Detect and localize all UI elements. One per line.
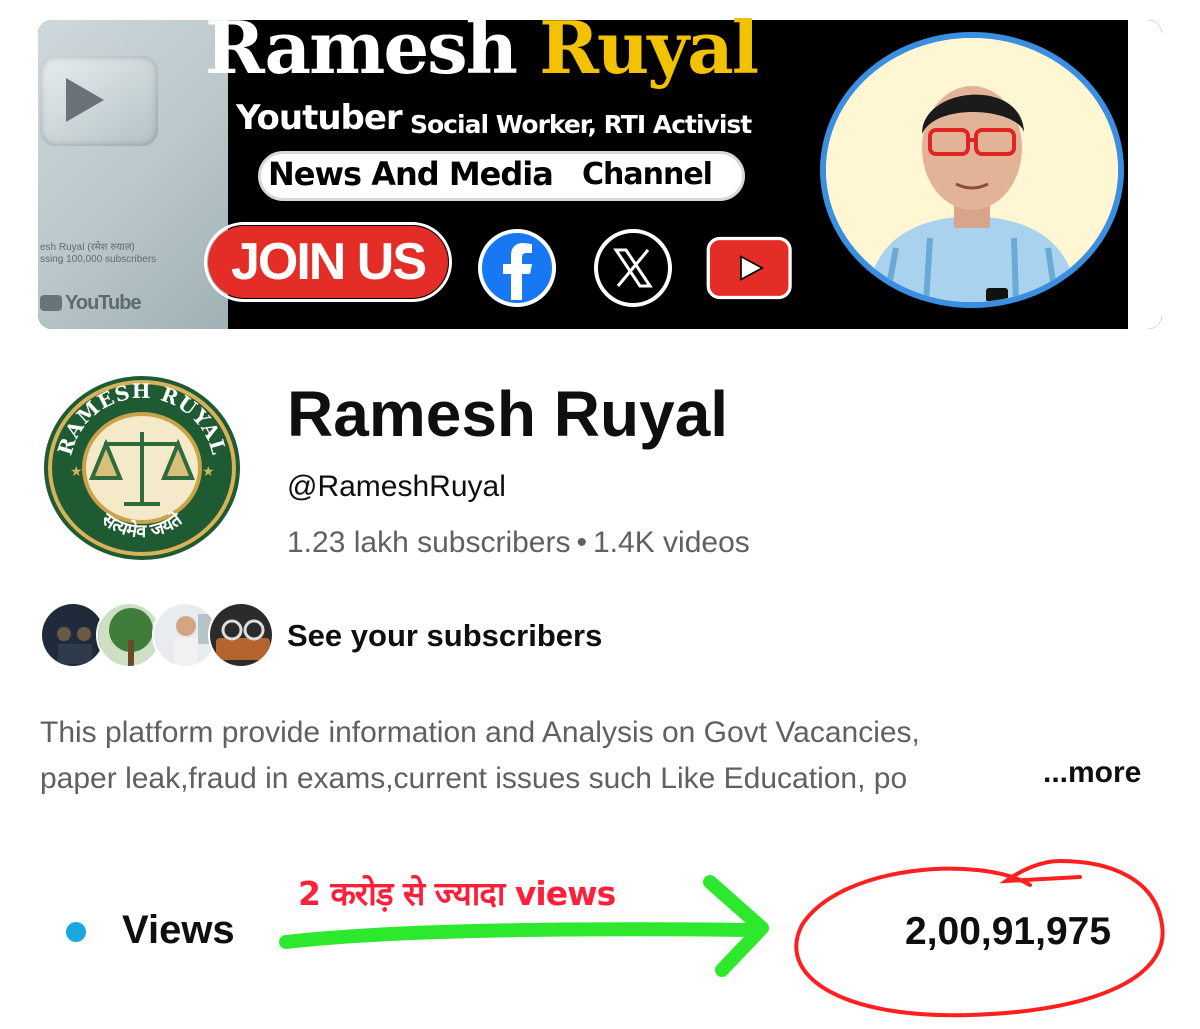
subscriber-avatar [208,602,274,668]
play-icon [66,78,104,122]
plaque-line-1: esh Ruyal (रमेश रुयाल) [40,242,135,253]
banner-first-name: Ramesh [205,5,518,90]
plaque-line-2: ssing 100,000 subscribers [40,254,157,265]
description-line-2: paper leak,fraud in exams,current issues… [40,762,908,795]
channel-logo: RAMESH RUYAL सत्यमेव जयते ★ ★ [44,376,240,560]
channel-handle: @RameshRuyal [287,470,506,503]
views-label: Views [122,908,235,952]
x-icon [594,229,672,307]
see-subscribers-link[interactable]: See your subscribers [287,618,602,654]
banner-pill-right: Channel [582,157,713,192]
banner-portrait [826,38,1118,302]
banner-role-secondary: Social Worker, RTI Activist [410,110,752,139]
annotation-text: 2 करोड़ से ज्यादा views [298,874,616,913]
views-value: 2,00,91,975 [905,910,1112,953]
banner-name: Ramesh Ruyal [205,5,759,90]
youtube-mini-icon [40,295,62,311]
plaque-youtube-logo: YouTube [40,292,142,315]
description-line-1: This platform provide information and An… [40,716,920,749]
more-link[interactable]: ...more [1043,756,1141,790]
play-button-plaque-icon [40,56,158,146]
subscriber-count: 1.23 lakh subscribers [287,526,571,559]
meta-separator: • [576,526,587,559]
channel-stats: 1.23 lakh subscribers • 1.4K videos [287,526,750,560]
plaque-brand: YouTube [65,292,142,314]
youtube-icon [706,236,792,300]
see-subscribers-row[interactable]: See your subscribers [40,600,740,670]
views-bullet-icon [66,922,86,942]
svg-text:★: ★ [202,463,215,479]
video-count: 1.4K videos [593,526,750,559]
portrait-image [826,38,1118,302]
channel-title: Ramesh Ruyal [287,378,729,450]
banner-pill-left: News And Media [268,155,554,193]
banner-plaque-area: esh Ruyal (रमेश रुयाल) ssing 100,000 sub… [38,20,228,329]
facebook-icon [478,229,556,307]
banner-role-primary: Youtuber [236,98,403,138]
join-us-badge: JOIN US [208,226,448,298]
svg-text:★: ★ [70,463,83,479]
channel-description[interactable]: This platform provide information and An… [40,710,1160,802]
banner-last-name: Ruyal [539,5,759,90]
